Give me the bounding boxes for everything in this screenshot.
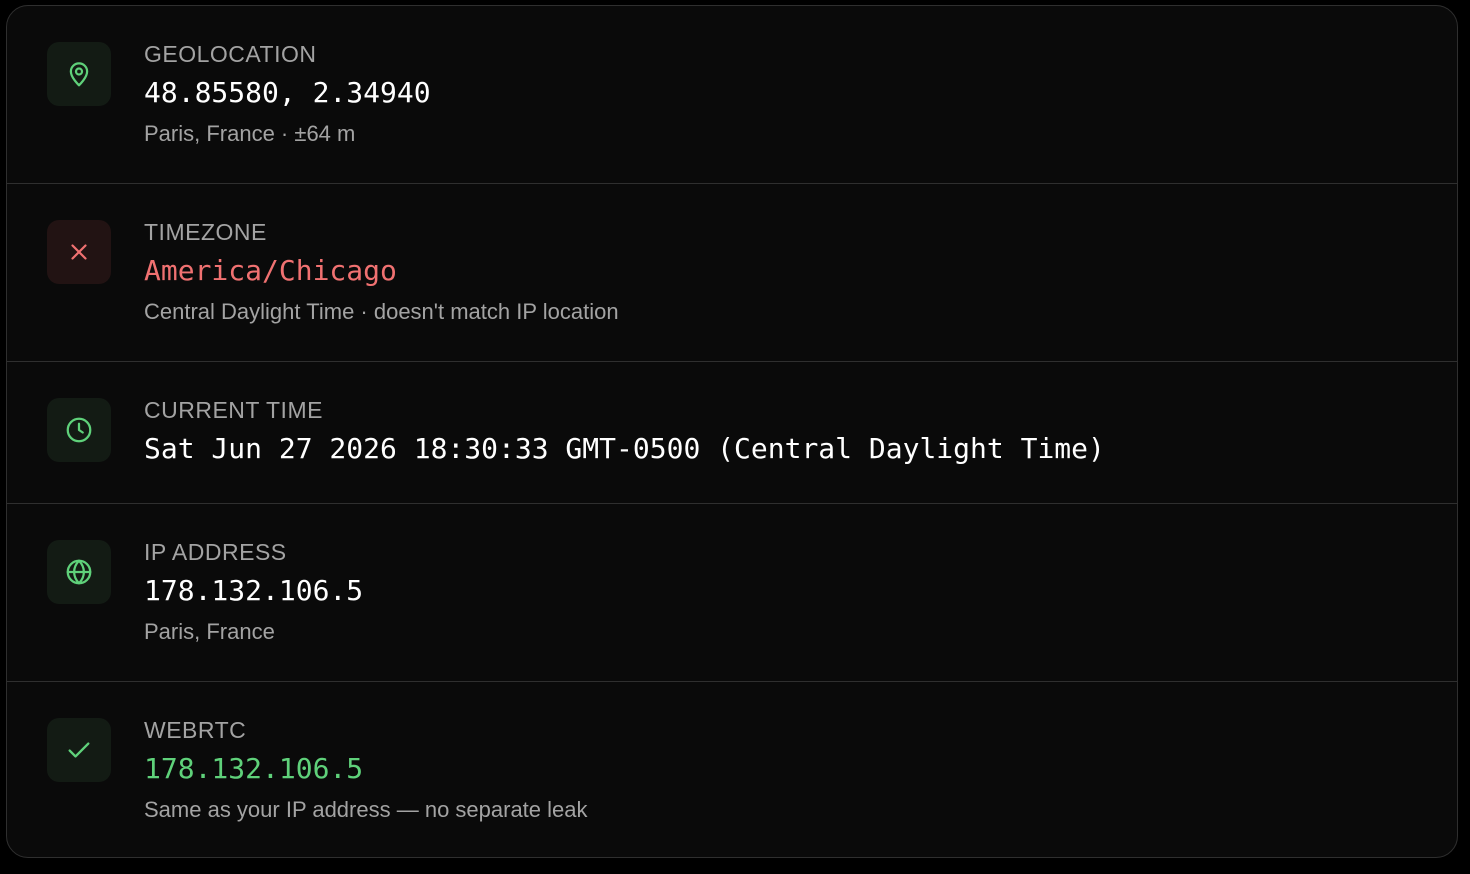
geolocation-row: GEOLOCATION 48.85580, 2.34940 Paris, Fra… <box>7 6 1457 184</box>
current-time-row: CURRENT TIME Sat Jun 27 2026 18:30:33 GM… <box>7 362 1457 504</box>
check-icon <box>47 718 111 782</box>
geolocation-label: GEOLOCATION <box>144 41 317 67</box>
webrtc-row: WEBRTC 178.132.106.5 Same as your IP add… <box>7 682 1457 857</box>
webrtc-detail: Same as your IP address — no separate le… <box>144 797 588 822</box>
x-icon <box>47 220 111 284</box>
geolocation-value: 48.85580, 2.34940 <box>144 76 431 109</box>
ip-address-detail: Paris, France <box>144 619 275 644</box>
globe-icon <box>47 540 111 604</box>
ip-address-value: 178.132.106.5 <box>144 574 364 607</box>
timezone-value: America/Chicago <box>144 254 397 287</box>
privacy-check-panel: GEOLOCATION 48.85580, 2.34940 Paris, Fra… <box>6 5 1458 858</box>
clock-icon <box>47 398 111 462</box>
webrtc-label: WEBRTC <box>144 717 247 743</box>
current-time-value: Sat Jun 27 2026 18:30:33 GMT-0500 (Centr… <box>144 432 1105 465</box>
timezone-label: TIMEZONE <box>144 219 267 245</box>
timezone-row: TIMEZONE America/Chicago Central Dayligh… <box>7 184 1457 362</box>
ip-address-label: IP ADDRESS <box>144 539 287 565</box>
ip-address-row: IP ADDRESS 178.132.106.5 Paris, France <box>7 504 1457 682</box>
current-time-label: CURRENT TIME <box>144 397 323 423</box>
webrtc-value: 178.132.106.5 <box>144 752 364 785</box>
map-pin-icon <box>47 42 111 106</box>
timezone-detail: Central Daylight Time · doesn't match IP… <box>144 299 619 324</box>
geolocation-detail: Paris, France · ±64 m <box>144 121 356 146</box>
